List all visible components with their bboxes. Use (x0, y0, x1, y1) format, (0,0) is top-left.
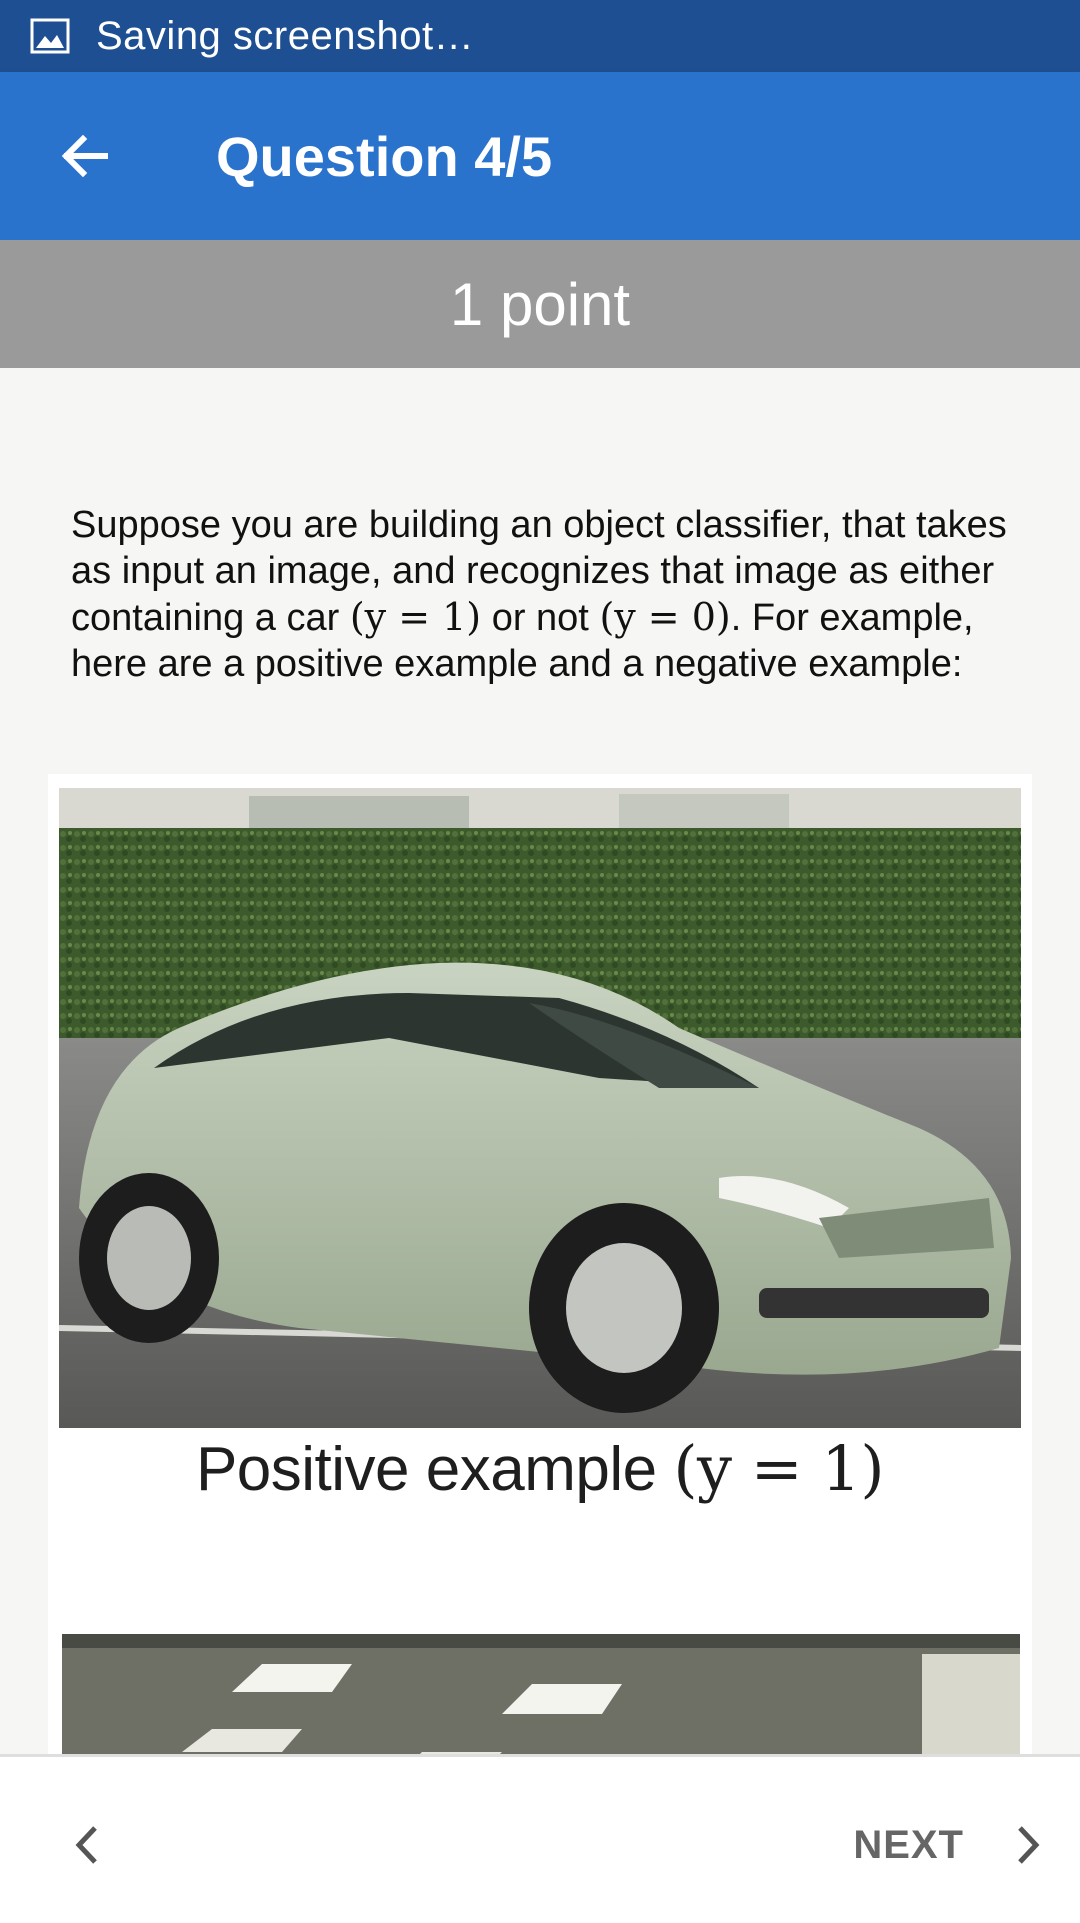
status-bar: Saving screenshot… (0, 0, 1080, 72)
status-text: Saving screenshot… (96, 13, 475, 58)
question-text-part-2: or not (481, 597, 600, 639)
points-label: 1 point (449, 270, 631, 338)
app-bar: Question 4/5 (0, 72, 1080, 240)
question-math-negative: (y = 0) (599, 595, 731, 639)
positive-caption-math: (y = 1) (673, 1432, 885, 1505)
negative-example-image (62, 1634, 1020, 1754)
back-button[interactable] (30, 101, 140, 211)
positive-example-car-image (59, 788, 1021, 1428)
bottom-navigation: NEXT (0, 1754, 1080, 1923)
previous-button[interactable] (56, 1805, 116, 1885)
positive-example-caption: Positive example (y = 1) (48, 1432, 1032, 1505)
arrow-back-icon (61, 134, 108, 178)
chevron-right-icon (1018, 1826, 1040, 1864)
chevron-left-icon (75, 1826, 97, 1864)
next-button[interactable]: NEXT (853, 1805, 1044, 1885)
points-banner: 1 point (0, 240, 1080, 368)
positive-caption-text: Positive example (195, 1435, 674, 1504)
page-title: Question 4/5 (216, 124, 553, 188)
question-content[interactable]: Suppose you are building an object class… (0, 368, 1080, 1754)
example-images-panel: Positive example (y = 1) (48, 774, 1032, 1754)
image-icon (30, 18, 70, 54)
next-label: NEXT (853, 1822, 964, 1867)
question-math-positive: (y = 1) (349, 595, 482, 639)
question-text: Suppose you are building an object class… (71, 502, 1021, 687)
